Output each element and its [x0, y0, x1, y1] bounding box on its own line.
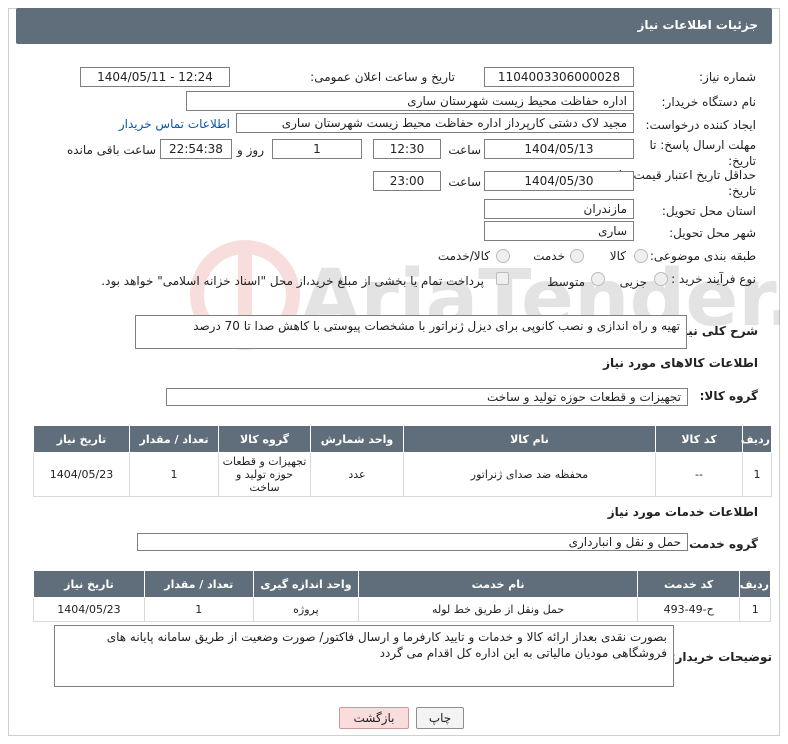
treasury-payment-note: پرداخت تمام یا بخشی از مبلغ خرید،از محل …	[101, 274, 484, 288]
remaining-time-field[interactable]: 22:54:38	[160, 139, 232, 159]
days-label: روز و	[237, 143, 264, 157]
services-cell-row: 1	[739, 597, 771, 622]
services-group-field[interactable]: حمل و نقل و انبارداری	[137, 533, 688, 551]
process-radio-minor[interactable]	[654, 272, 668, 286]
goods-cell-group: تجهیزات و قطعات حوزه تولید و ساخت	[218, 452, 311, 497]
goods-col-qty: تعداد / مقدار	[129, 425, 219, 453]
goods-group-field[interactable]: تجهیزات و قطعات حوزه تولید و ساخت	[166, 388, 688, 406]
remaining-time-label: ساعت باقی مانده	[66, 143, 156, 157]
services-cell-qty: 1	[143, 597, 254, 622]
process-radio-medium[interactable]	[591, 272, 605, 286]
need-number-field[interactable]: 1104003306000028	[484, 67, 634, 87]
table-row[interactable]: 1 -- محفظه ضد صدای ژنراتور عدد تجهیزات و…	[33, 452, 772, 497]
process-label: نوع فرآیند خرید :	[671, 272, 756, 286]
buyer-notes-label: توضیحات خریدار:	[670, 650, 772, 664]
treasury-payment-checkbox[interactable]	[496, 272, 509, 285]
price-date-field[interactable]: 1404/05/30	[484, 171, 634, 191]
category-radio-service[interactable]	[570, 249, 584, 263]
need-number-label: شماره نیاز:	[699, 70, 756, 84]
print-button[interactable]: چاپ	[416, 707, 464, 729]
goods-section-title: اطلاعات کالاهای مورد نیاز	[603, 356, 758, 370]
goods-col-code: کد کالا	[655, 425, 743, 453]
table-row[interactable]: 1 ح-49-493 حمل ونقل از طریق خط لوله پروژ…	[33, 597, 771, 622]
description-text: تهیه و راه اندازی و نصب کانوپی برای دیزل…	[193, 319, 680, 333]
services-col-code: کد خدمت	[636, 570, 741, 598]
buyer-org-field[interactable]: اداره حفاظت محیط زیست شهرستان ساری	[186, 91, 634, 111]
services-table-header: ردیف کد خدمت نام خدمت واحد اندازه گیری ت…	[33, 570, 771, 598]
category-radio-goods-service[interactable]	[496, 249, 510, 263]
goods-cell-unit: عدد	[310, 452, 404, 497]
announce-label: تاریخ و ساعت اعلان عمومی:	[310, 70, 455, 84]
process-option-medium: متوسط	[547, 275, 585, 289]
goods-cell-code: --	[655, 452, 743, 497]
goods-col-unit: واحد شمارش	[310, 425, 404, 453]
reply-time-field[interactable]: 12:30	[373, 139, 441, 159]
creator-field[interactable]: مجید لاک دشتی کارپرداز اداره حفاظت محیط …	[236, 113, 634, 133]
province-field[interactable]: مازندران	[484, 199, 634, 219]
goods-cell-row: 1	[742, 452, 772, 497]
process-option-minor: جزیی	[619, 275, 647, 289]
buyer-notes-text: بصورت نقدی بعداز ارائه کالا و خدمات و تا…	[106, 630, 667, 660]
services-col-name: نام خدمت	[358, 570, 638, 598]
reply-time-label: ساعت	[448, 143, 481, 157]
services-group-label: گروه خدمت:	[684, 537, 758, 551]
goods-col-row: ردیف	[741, 425, 772, 453]
services-col-unit: واحد اندازه گیری	[252, 570, 360, 598]
buyer-notes-textarea[interactable]: بصورت نقدی بعداز ارائه کالا و خدمات و تا…	[54, 625, 674, 687]
creator-label: ایجاد کننده درخواست:	[645, 118, 756, 132]
contact-buyer-link[interactable]: اطلاعات تماس خریدار	[119, 117, 230, 131]
services-cell-code: ح-49-493	[636, 597, 741, 622]
buyer-org-label: نام دستگاه خریدار:	[661, 95, 757, 109]
services-cell-date: 1404/05/23	[33, 597, 145, 622]
city-field[interactable]: ساری	[484, 221, 634, 241]
services-cell-name: حمل ونقل از طریق خط لوله	[358, 597, 638, 622]
category-option-goods-service: کالا/خدمت	[437, 249, 490, 263]
goods-cell-name: محفظه ضد صدای ژنراتور	[403, 452, 656, 497]
category-label: طبقه بندی موضوعی:	[649, 249, 756, 263]
category-radio-goods[interactable]	[634, 249, 648, 263]
goods-col-name: نام کالا	[403, 425, 656, 453]
category-option-goods: کالا	[609, 249, 626, 263]
page-title: جزئیات اطلاعات نیاز	[637, 18, 758, 32]
description-textarea[interactable]: تهیه و راه اندازی و نصب کانوپی برای دیزل…	[135, 315, 687, 349]
price-time-label: ساعت	[448, 175, 481, 189]
reply-deadline-label: مهلت ارسال پاسخ: تا تاریخ:	[649, 138, 756, 168]
page-header: جزئیات اطلاعات نیاز	[16, 8, 772, 44]
goods-col-group: گروه کالا	[218, 425, 311, 453]
goods-cell-qty: 1	[129, 452, 219, 497]
services-col-date: تاریخ نیاز	[33, 570, 145, 598]
services-section-title: اطلاعات خدمات مورد نیاز	[607, 505, 758, 519]
city-label: شهر محل تحویل:	[669, 226, 756, 240]
reply-date-field[interactable]: 1404/05/13	[484, 139, 634, 159]
goods-group-label: گروه کالا:	[699, 389, 758, 403]
category-option-service: خدمت	[533, 249, 565, 263]
goods-col-date: تاریخ نیاز	[33, 425, 130, 453]
services-cell-unit: پروژه	[252, 597, 360, 622]
province-label: استان محل تحویل:	[661, 204, 756, 218]
days-field[interactable]: 1	[272, 139, 362, 159]
goods-cell-date: 1404/05/23	[33, 452, 130, 497]
goods-table: ردیف کد کالا نام کالا واحد شمارش گروه کا…	[33, 425, 772, 497]
announce-field[interactable]: 1404/05/11 - 12:24	[80, 67, 230, 87]
services-col-row: ردیف	[739, 570, 771, 598]
services-table: ردیف کد خدمت نام خدمت واحد اندازه گیری ت…	[33, 570, 771, 622]
back-button[interactable]: بازگشت	[339, 707, 409, 729]
services-col-qty: تعداد / مقدار	[143, 570, 254, 598]
price-time-field[interactable]: 23:00	[373, 171, 441, 191]
goods-table-header: ردیف کد کالا نام کالا واحد شمارش گروه کا…	[33, 425, 772, 453]
